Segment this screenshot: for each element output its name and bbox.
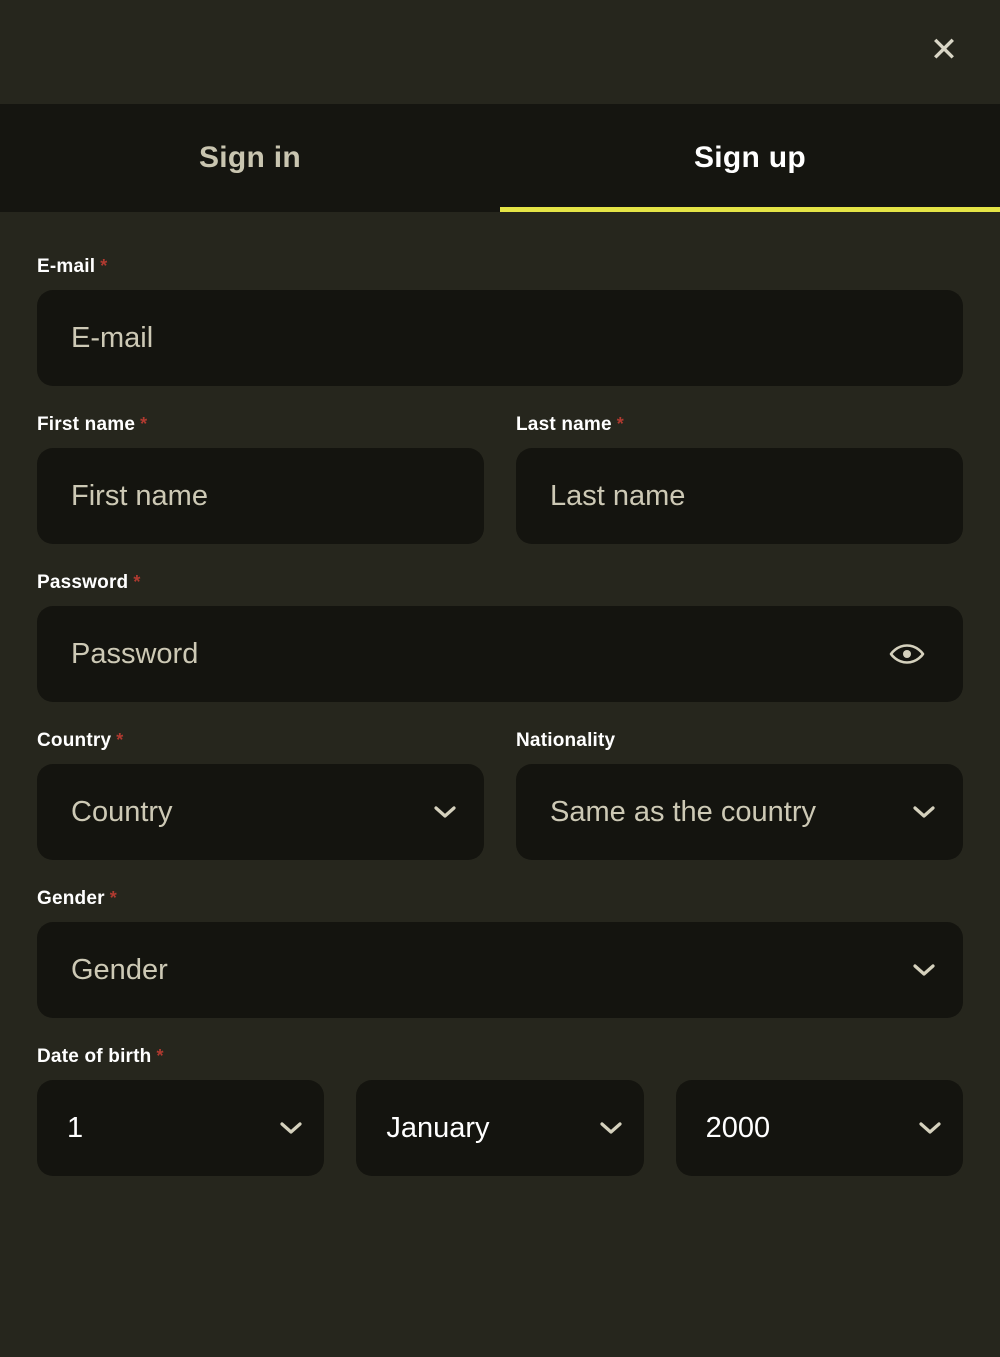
field-last-name: Last name * Last name bbox=[516, 414, 963, 544]
tab-sign-up[interactable]: Sign up bbox=[500, 104, 1000, 212]
chevron-down-icon bbox=[909, 955, 939, 985]
field-password: Password * Password bbox=[37, 572, 963, 702]
signup-modal: ✕ Sign in Sign up E-mail * E-mail First n… bbox=[0, 0, 1000, 1357]
modal-header: ✕ bbox=[0, 0, 1000, 104]
field-date-of-birth: Date of birth * 1 January 2000 bbox=[37, 1046, 963, 1176]
tab-sign-in[interactable]: Sign in bbox=[0, 104, 500, 212]
country-selected-value: Country bbox=[71, 795, 173, 828]
date-of-birth-label: Date of birth * bbox=[37, 1046, 963, 1068]
gender-selected-value: Gender bbox=[71, 953, 168, 986]
dob-day-select[interactable]: 1 bbox=[37, 1080, 325, 1176]
dob-day-value: 1 bbox=[67, 1111, 84, 1144]
dob-month-select[interactable]: January bbox=[356, 1080, 644, 1176]
chevron-down-icon bbox=[430, 797, 460, 827]
tab-sign-up-label: Sign up bbox=[693, 141, 807, 174]
nationality-label: Nationality bbox=[516, 730, 963, 752]
nationality-label-text: Nationality bbox=[516, 730, 616, 751]
country-row: Country* Country Nationality Same as th bbox=[37, 730, 963, 860]
email-label-text: E-mail bbox=[37, 256, 96, 277]
password-placeholder: Password bbox=[71, 637, 199, 670]
last-name-placeholder: Last name bbox=[550, 479, 686, 512]
name-row: First name * First name Last name * Last n… bbox=[37, 414, 963, 544]
email-placeholder: E-mail bbox=[71, 321, 154, 354]
chevron-down-icon bbox=[915, 1113, 945, 1143]
email-label: E-mail * bbox=[37, 256, 963, 278]
dob-day-col: 1 bbox=[37, 1080, 325, 1176]
required-asterisk: * bbox=[133, 572, 141, 592]
field-first-name: First name * First name bbox=[37, 414, 484, 544]
password-input[interactable]: Password bbox=[37, 606, 963, 702]
field-nationality: Nationality Same as the country bbox=[516, 730, 963, 860]
required-asterisk: * bbox=[109, 888, 117, 908]
chevron-down-icon bbox=[596, 1113, 626, 1143]
first-name-label-text: First name bbox=[37, 414, 136, 435]
chevron-down-icon bbox=[276, 1113, 306, 1143]
last-name-label-text: Last name bbox=[516, 414, 612, 435]
chevron-down-icon bbox=[909, 797, 939, 827]
dob-month-col: January bbox=[356, 1080, 644, 1176]
gender-select[interactable]: Gender bbox=[37, 922, 963, 1018]
password-label: Password * bbox=[37, 572, 963, 594]
last-name-input[interactable]: Last name bbox=[516, 448, 963, 544]
last-name-label: Last name * bbox=[516, 414, 963, 436]
email-input[interactable]: E-mail bbox=[37, 290, 963, 386]
required-asterisk: * bbox=[116, 730, 124, 750]
first-name-placeholder: First name bbox=[71, 479, 208, 512]
country-select[interactable]: Country bbox=[37, 764, 484, 860]
dob-month-value: January bbox=[386, 1111, 490, 1144]
required-asterisk: * bbox=[140, 414, 148, 434]
field-country: Country * Country bbox=[37, 730, 484, 860]
dob-year-select[interactable]: 2000 bbox=[675, 1080, 963, 1176]
dob-year-value: 2000 bbox=[705, 1111, 771, 1144]
dob-year-col: 2000 bbox=[675, 1080, 963, 1176]
close-icon[interactable]: ✕ bbox=[922, 28, 966, 72]
first-name-input[interactable]: First name bbox=[37, 448, 484, 544]
eye-icon[interactable] bbox=[887, 634, 927, 674]
gender-label-text: Gender bbox=[37, 888, 105, 909]
country-label: Country * bbox=[37, 730, 484, 752]
field-email: E-mail * E-mail bbox=[37, 256, 963, 386]
country-label-text: Country bbox=[37, 730, 112, 751]
required-asterisk: * bbox=[616, 414, 624, 434]
tab-sign-in-label: Sign in bbox=[198, 141, 302, 174]
date-of-birth-label-text: Date of birth bbox=[37, 1046, 152, 1067]
signup-form: E-mail * E-mail First name * First name La… bbox=[0, 212, 1000, 1357]
nationality-select[interactable]: Same as the country bbox=[516, 764, 963, 860]
required-asterisk: * bbox=[100, 256, 108, 276]
date-of-birth-row: 1 January 2000 bbox=[37, 1080, 963, 1176]
required-asterisk: * bbox=[156, 1046, 164, 1066]
first-name-label: First name * bbox=[37, 414, 484, 436]
auth-tabs: Sign in Sign up bbox=[0, 104, 1000, 212]
nationality-selected-value: Same as the country bbox=[550, 795, 816, 828]
gender-label: Gender * bbox=[37, 888, 963, 910]
field-gender: Gender * Gender bbox=[37, 888, 963, 1018]
password-label-text: Password bbox=[37, 572, 129, 593]
